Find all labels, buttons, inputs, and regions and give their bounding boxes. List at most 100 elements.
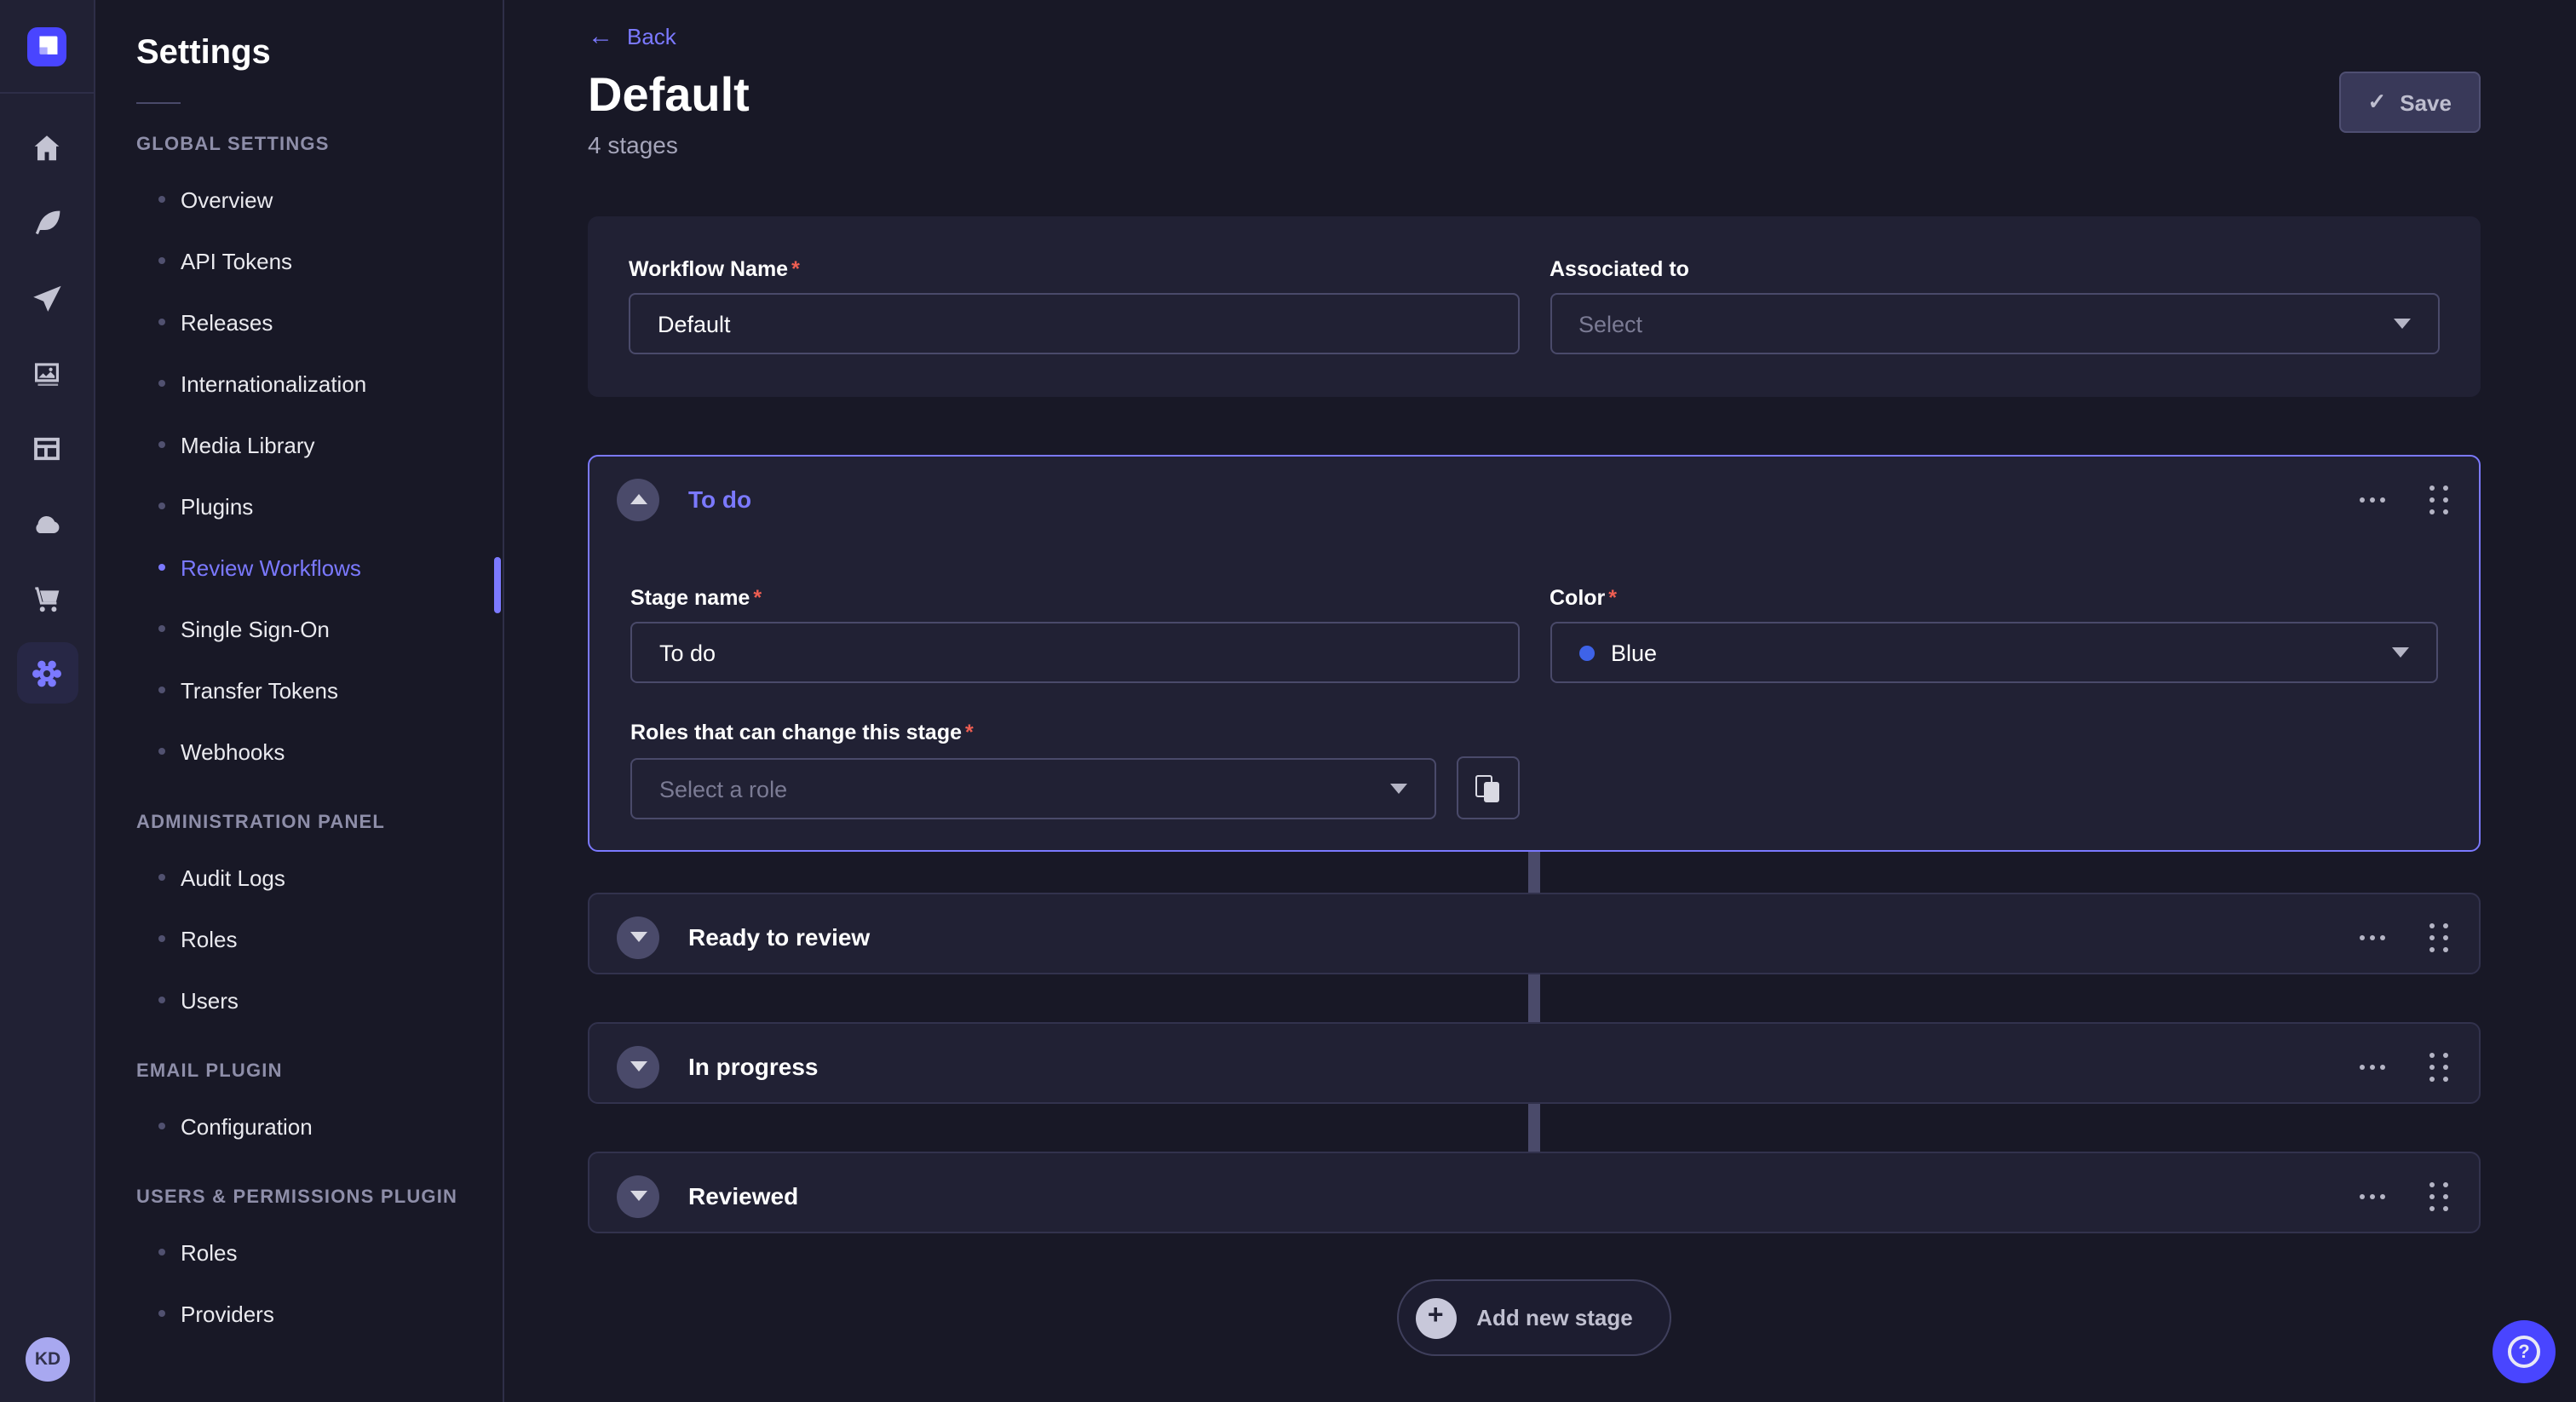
layout-icon[interactable] bbox=[16, 417, 78, 479]
color-select[interactable]: Blue bbox=[1550, 622, 2438, 683]
stage-card-ready-to-review: Ready to review bbox=[588, 893, 2481, 974]
main-content: Back Default 4 stages Save Workflow Name… bbox=[504, 0, 2576, 1402]
bullet-icon bbox=[158, 380, 165, 387]
required-asterisk: * bbox=[791, 257, 800, 281]
plus-icon bbox=[1415, 1297, 1456, 1338]
media-icon[interactable] bbox=[16, 342, 78, 404]
strapi-logo[interactable] bbox=[27, 27, 66, 66]
sidebar-item-api-tokens[interactable]: API Tokens bbox=[136, 230, 503, 291]
drag-handle-icon[interactable] bbox=[2423, 916, 2455, 958]
bullet-icon bbox=[158, 625, 165, 632]
sidebar-item-audit-logs[interactable]: Audit Logs bbox=[136, 847, 503, 908]
add-stage-label: Add new stage bbox=[1476, 1305, 1633, 1330]
expand-stage-button[interactable] bbox=[617, 1045, 659, 1088]
expand-stage-button[interactable] bbox=[617, 916, 659, 958]
sidebar-item-releases[interactable]: Releases bbox=[136, 291, 503, 353]
question-mark-icon bbox=[2508, 1336, 2540, 1368]
sidebar-item-label: Roles bbox=[181, 1239, 238, 1265]
page-title: Default bbox=[588, 68, 2481, 123]
stage-roles-field-group: Roles that can change this stage* Select… bbox=[630, 721, 1519, 819]
sidebar-item-users[interactable]: Users bbox=[136, 969, 503, 1031]
sidebar-item-label: Webhooks bbox=[181, 738, 285, 764]
workflow-name-input[interactable] bbox=[629, 293, 1519, 354]
sidebar-item-roles-permissions[interactable]: Roles bbox=[136, 1221, 503, 1283]
feather-icon[interactable] bbox=[16, 192, 78, 254]
duplicate-stage-button[interactable] bbox=[1456, 756, 1519, 819]
chevron-down-icon bbox=[1389, 784, 1406, 794]
stage-header-reviewed[interactable]: Reviewed bbox=[589, 1153, 2479, 1238]
sidebar-item-label: Plugins bbox=[181, 493, 253, 519]
color-label: Color* bbox=[1550, 586, 2438, 610]
sidebar-item-single-sign-on[interactable]: Single Sign-On bbox=[136, 598, 503, 659]
save-label: Save bbox=[2400, 89, 2452, 115]
stage-header-in-progress[interactable]: In progress bbox=[589, 1024, 2479, 1109]
home-icon[interactable] bbox=[16, 118, 78, 179]
required-asterisk: * bbox=[1608, 586, 1617, 610]
stage-name-input[interactable] bbox=[630, 622, 1519, 683]
sidebar-title: Settings bbox=[136, 34, 503, 73]
section-users-permissions-plugin: USERS & PERMISSIONS PLUGIN bbox=[136, 1187, 503, 1208]
sidebar-item-label: Configuration bbox=[181, 1113, 313, 1139]
stage-name-field-group: Stage name* bbox=[630, 586, 1519, 683]
sidebar-item-webhooks[interactable]: Webhooks bbox=[136, 721, 503, 782]
associated-to-field-group: Associated to Select bbox=[1550, 257, 2440, 356]
cloud-icon[interactable] bbox=[16, 492, 78, 554]
add-new-stage-button[interactable]: Add new stage bbox=[1396, 1279, 1672, 1356]
stage-color-field-group: Color* Blue bbox=[1550, 586, 2438, 683]
sidebar-item-label: Releases bbox=[181, 309, 273, 335]
sidebar-item-media-library[interactable]: Media Library bbox=[136, 414, 503, 475]
sidebar-item-label: Audit Logs bbox=[181, 865, 285, 890]
bullet-icon bbox=[158, 874, 165, 881]
avatar[interactable]: KD bbox=[26, 1337, 70, 1382]
sidebar-item-providers[interactable]: Providers bbox=[136, 1283, 503, 1344]
options-menu-icon[interactable] bbox=[2356, 1054, 2389, 1079]
options-menu-icon[interactable] bbox=[2356, 924, 2389, 950]
options-menu-icon[interactable] bbox=[2356, 486, 2389, 512]
drag-handle-icon[interactable] bbox=[2423, 1175, 2455, 1217]
stage-card-reviewed: Reviewed bbox=[588, 1152, 2481, 1233]
chevron-down-icon bbox=[630, 1191, 647, 1201]
stages-list: To do Stage name* bbox=[588, 455, 2481, 1233]
section-global-settings: GLOBAL SETTINGS bbox=[136, 135, 503, 155]
expand-stage-button[interactable] bbox=[617, 1175, 659, 1217]
cart-icon[interactable] bbox=[16, 567, 78, 629]
sidebar-item-transfer-tokens[interactable]: Transfer Tokens bbox=[136, 659, 503, 721]
chevron-down-icon bbox=[630, 932, 647, 942]
stage-card-to-do: To do Stage name* bbox=[588, 455, 2481, 852]
sidebar-item-overview[interactable]: Overview bbox=[136, 169, 503, 230]
sidebar-item-roles-admin[interactable]: Roles bbox=[136, 908, 503, 969]
collapse-stage-button[interactable] bbox=[617, 478, 659, 520]
bullet-icon bbox=[158, 319, 165, 325]
sidebar-item-label: Single Sign-On bbox=[181, 616, 330, 641]
sidebar-item-configuration[interactable]: Configuration bbox=[136, 1095, 503, 1157]
back-link[interactable]: Back bbox=[588, 22, 676, 51]
workflow-name-field-group: Workflow Name* bbox=[629, 257, 1519, 356]
chevron-down-icon bbox=[2392, 647, 2409, 658]
sidebar-item-internationalization[interactable]: Internationalization bbox=[136, 353, 503, 414]
stage-body: Stage name* Color* bbox=[589, 542, 2479, 847]
stage-header-to-do[interactable]: To do bbox=[589, 457, 2479, 542]
save-button[interactable]: Save bbox=[2338, 72, 2481, 133]
sidebar-item-plugins[interactable]: Plugins bbox=[136, 475, 503, 537]
color-value: Blue bbox=[1611, 640, 1657, 665]
associated-to-select[interactable]: Select bbox=[1550, 293, 2440, 354]
send-icon[interactable] bbox=[16, 267, 78, 329]
sidebar-item-label: Overview bbox=[181, 187, 273, 212]
chevron-up-icon bbox=[630, 494, 647, 504]
drag-handle-icon[interactable] bbox=[2423, 1045, 2455, 1088]
stage-connector bbox=[1528, 847, 1540, 898]
back-arrow-icon bbox=[588, 22, 613, 51]
roles-select[interactable]: Select a role bbox=[630, 758, 1435, 819]
stage-header-ready-to-review[interactable]: Ready to review bbox=[589, 894, 2479, 980]
check-icon bbox=[2367, 89, 2386, 116]
settings-icon[interactable] bbox=[16, 642, 78, 704]
options-menu-icon[interactable] bbox=[2356, 1183, 2389, 1209]
help-button[interactable] bbox=[2493, 1320, 2556, 1383]
sidebar-item-label: Review Workflows bbox=[181, 554, 361, 580]
sidebar-item-review-workflows[interactable]: Review Workflows bbox=[136, 537, 503, 598]
sidebar-scrollbar[interactable] bbox=[494, 557, 501, 613]
drag-handle-icon[interactable] bbox=[2423, 478, 2455, 520]
stage-title: To do bbox=[688, 486, 751, 513]
page-subtitle: 4 stages bbox=[588, 131, 2481, 158]
stage-name-label: Stage name* bbox=[630, 586, 1519, 610]
